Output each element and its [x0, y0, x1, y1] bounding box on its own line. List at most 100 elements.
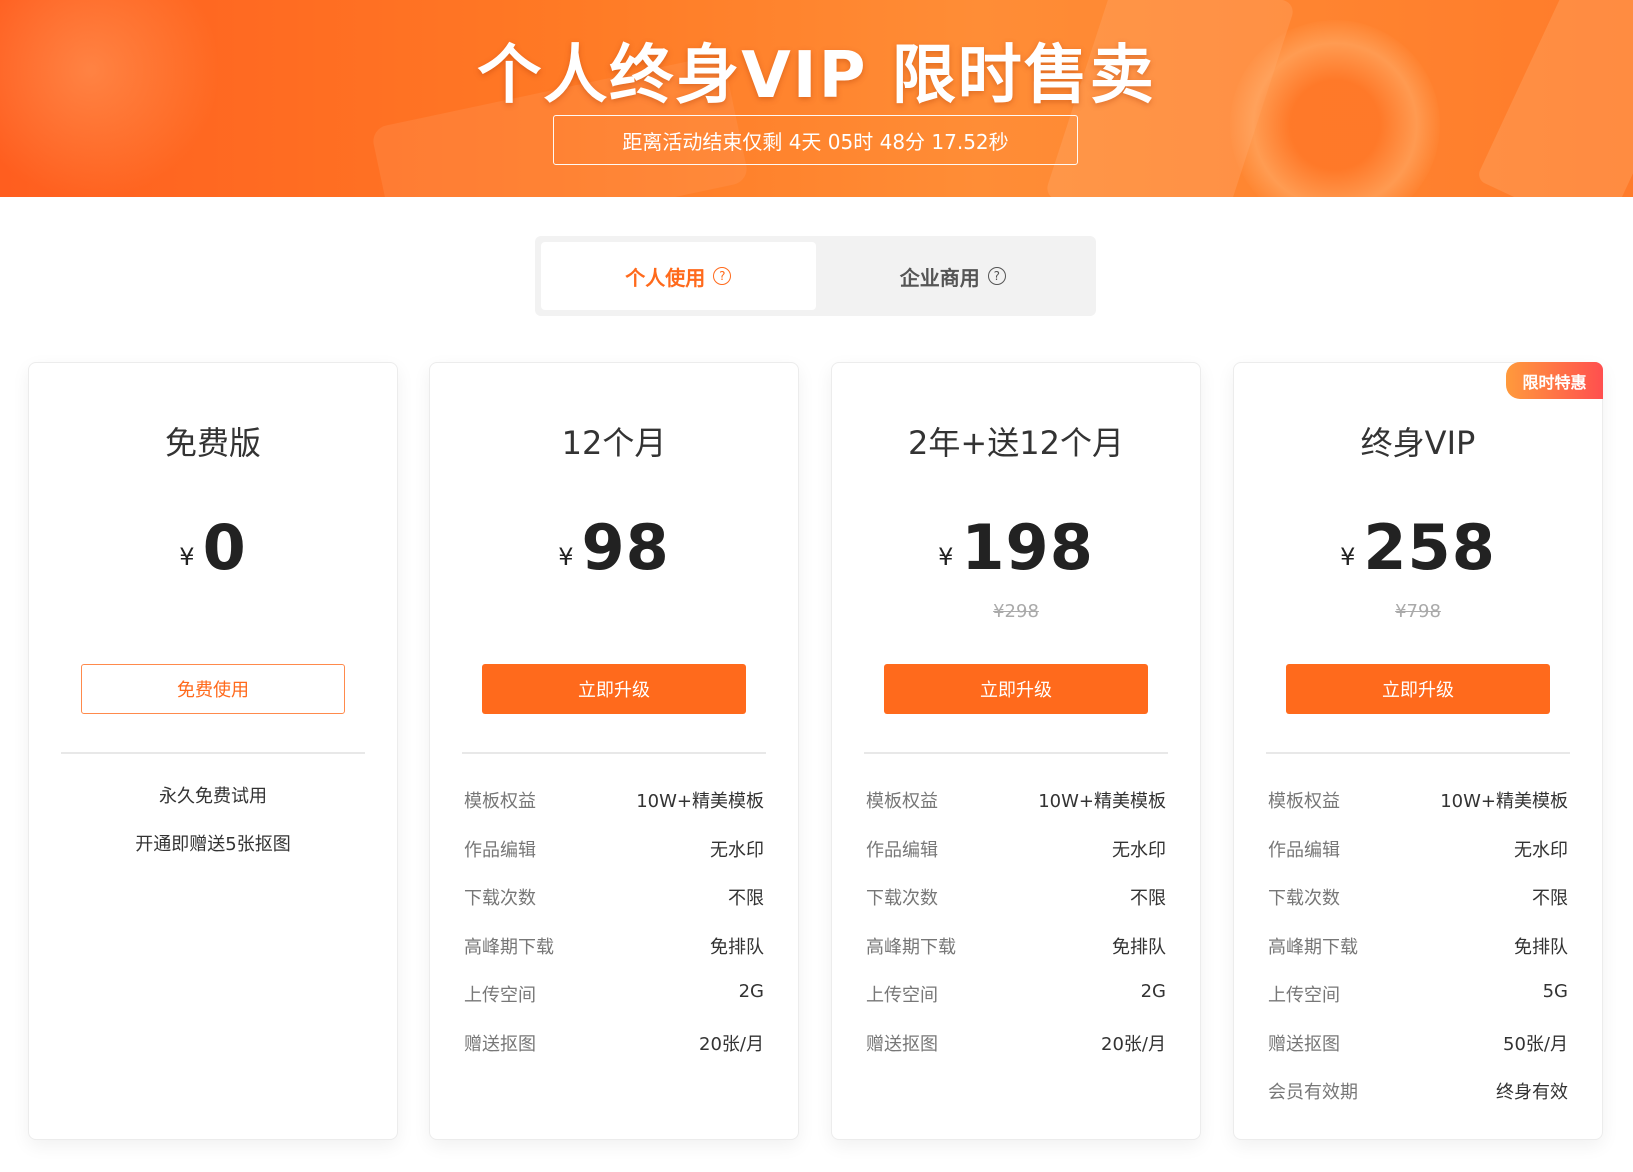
feature-label: 会员有效期: [1268, 1082, 1358, 1103]
feature-row: 模板权益 10W+精美模板: [464, 787, 764, 836]
feature-row: 高峰期下载 免排队: [866, 933, 1166, 982]
plan-name: 免费版: [164, 424, 261, 462]
feature-row: 作品编辑 无水印: [464, 836, 764, 885]
feature-value: 20张/月: [1101, 1033, 1166, 1055]
plan-price: ¥198: [832, 511, 1200, 584]
feature-label: 下载次数: [1268, 888, 1340, 909]
feature-label: 作品编辑: [866, 839, 938, 861]
feature-value: 50张/月: [1503, 1033, 1568, 1055]
question-circle-icon[interactable]: ?: [987, 267, 1006, 285]
feature-label: 赠送抠图: [464, 1033, 536, 1055]
upgrade-button[interactable]: 立即升级: [884, 664, 1148, 714]
upgrade-button[interactable]: 立即升级: [1286, 664, 1550, 714]
feature-value: 2G: [1140, 981, 1166, 1002]
perk-item: 永久免费试用: [159, 786, 267, 807]
feature-value: 20张/月: [699, 1033, 764, 1055]
original-price: ¥298: [993, 601, 1039, 622]
feature-value: 10W+精美模板: [1038, 791, 1166, 812]
upgrade-button[interactable]: 立即升级: [482, 664, 746, 714]
plan-price: ¥98: [430, 511, 798, 584]
feature-label: 赠送抠图: [1268, 1033, 1340, 1055]
feature-label: 赠送抠图: [866, 1033, 938, 1055]
feature-label: 高峰期下载: [464, 936, 554, 958]
feature-row: 赠送抠图 50张/月: [1268, 1030, 1568, 1079]
price-amount: 198: [961, 511, 1094, 584]
feature-label: 下载次数: [464, 888, 536, 909]
currency-symbol: ¥: [938, 543, 954, 571]
feature-label: 作品编辑: [464, 839, 536, 861]
feature-value: 终身有效: [1496, 1082, 1568, 1103]
countdown-days: 4天: [788, 129, 822, 154]
limited-offer-badge: 限时特惠: [1506, 362, 1603, 399]
promo-banner: 个人终身VIP 限时售卖 距离活动结束仅剩 4天 05时 48分 17.52秒: [0, 0, 1633, 197]
tab-label: 企业商用: [899, 265, 980, 290]
feature-row: 上传空间 2G: [866, 981, 1166, 1030]
feature-row: 高峰期下载 免排队: [464, 933, 764, 982]
feature-value: 不限: [1532, 888, 1568, 909]
divider: [1266, 752, 1570, 754]
feature-row: 赠送抠图 20张/月: [866, 1030, 1166, 1079]
plan-card-12-months: 12个月 ¥98 立即升级 模板权益 10W+精美模板 作品编辑 无水印 下载次数 不…: [429, 362, 799, 1140]
feature-value: 免排队: [1514, 936, 1568, 958]
free-use-button[interactable]: 免费使用: [81, 664, 345, 714]
feature-value: 2G: [738, 981, 764, 1002]
countdown-seconds: 17.52秒: [925, 129, 1009, 154]
feature-value: 无水印: [1112, 839, 1166, 861]
plan-price: ¥258: [1234, 511, 1602, 584]
feature-row: 高峰期下载 免排队: [1268, 933, 1568, 982]
feature-label: 高峰期下载: [866, 936, 956, 958]
divider: [864, 752, 1168, 754]
currency-symbol: ¥: [1340, 543, 1356, 571]
plan-card-lifetime-vip: 限时特惠 终身VIP ¥258 ¥798 立即升级 模板权益 10W+精美模板 作…: [1233, 362, 1603, 1140]
currency-symbol: ¥: [558, 543, 574, 571]
plan-card-2-years: 2年+送12个月 ¥198 ¥298 立即升级 模板权益 10W+精美模板 作品编…: [831, 362, 1201, 1140]
feature-row: 作品编辑 无水印: [1268, 836, 1568, 885]
price-amount: 98: [581, 511, 670, 584]
feature-label: 作品编辑: [1268, 839, 1340, 861]
feature-row: 上传空间 5G: [1268, 981, 1568, 1030]
feature-value: 不限: [728, 888, 764, 909]
feature-row: 下载次数 不限: [464, 884, 764, 933]
feature-label: 高峰期下载: [1268, 936, 1358, 958]
feature-row: 模板权益 10W+精美模板: [866, 787, 1166, 836]
plan-name: 12个月: [561, 424, 667, 462]
perk-item: 开通即赠送5张抠图: [135, 834, 291, 855]
price-amount: 258: [1363, 511, 1496, 584]
plan-price: ¥0: [29, 511, 397, 584]
divider: [462, 752, 766, 754]
feature-row: 上传空间 2G: [464, 981, 764, 1030]
banner-title: 个人终身VIP 限时售卖: [477, 39, 1156, 113]
question-circle-icon[interactable]: ?: [713, 267, 732, 285]
tab-commercial-use[interactable]: 企业商用 ?: [816, 242, 1091, 310]
countdown-prefix: 距离活动结束仅剩: [622, 129, 789, 154]
plan-cards: 免费版 ¥0 免费使用 永久免费试用 开通即赠送5张抠图 12个月 ¥98 立即…: [28, 362, 1605, 1142]
feature-row: 作品编辑 无水印: [866, 836, 1166, 885]
countdown-minutes: 48分: [873, 129, 926, 154]
original-price: ¥798: [1395, 601, 1441, 622]
feature-row: 会员有效期 终身有效: [1268, 1078, 1568, 1127]
feature-value: 无水印: [710, 839, 764, 861]
usage-tabs: 个人使用 ? 企业商用 ?: [535, 236, 1096, 316]
feature-list: 模板权益 10W+精美模板 作品编辑 无水印 下载次数 不限 高峰期下载 免排队 上传空…: [1268, 787, 1568, 1127]
feature-list: 模板权益 10W+精美模板 作品编辑 无水印 下载次数 不限 高峰期下载 免排队 上传空…: [866, 787, 1166, 1078]
tab-personal-use[interactable]: 个人使用 ?: [541, 242, 816, 310]
countdown-timer: 距离活动结束仅剩 4天 05时 48分 17.52秒: [553, 115, 1078, 165]
plan-name: 2年+送12个月: [908, 424, 1124, 462]
feature-label: 模板权益: [1268, 791, 1340, 812]
feature-value: 无水印: [1514, 839, 1568, 861]
feature-label: 上传空间: [866, 985, 938, 1006]
feature-value: 10W+精美模板: [1440, 791, 1568, 812]
countdown-hours: 05时: [821, 129, 874, 154]
feature-label: 模板权益: [866, 791, 938, 812]
feature-row: 模板权益 10W+精美模板: [1268, 787, 1568, 836]
feature-row: 赠送抠图 20张/月: [464, 1030, 764, 1079]
feature-label: 模板权益: [464, 791, 536, 812]
feature-value: 10W+精美模板: [636, 791, 764, 812]
feature-value: 免排队: [1112, 936, 1166, 958]
feature-value: 免排队: [710, 936, 764, 958]
feature-row: 下载次数 不限: [1268, 884, 1568, 933]
feature-label: 下载次数: [866, 888, 938, 909]
tab-label: 个人使用: [625, 265, 706, 290]
price-amount: 0: [202, 511, 247, 584]
perk-list: 永久免费试用 开通即赠送5张抠图: [29, 787, 397, 883]
